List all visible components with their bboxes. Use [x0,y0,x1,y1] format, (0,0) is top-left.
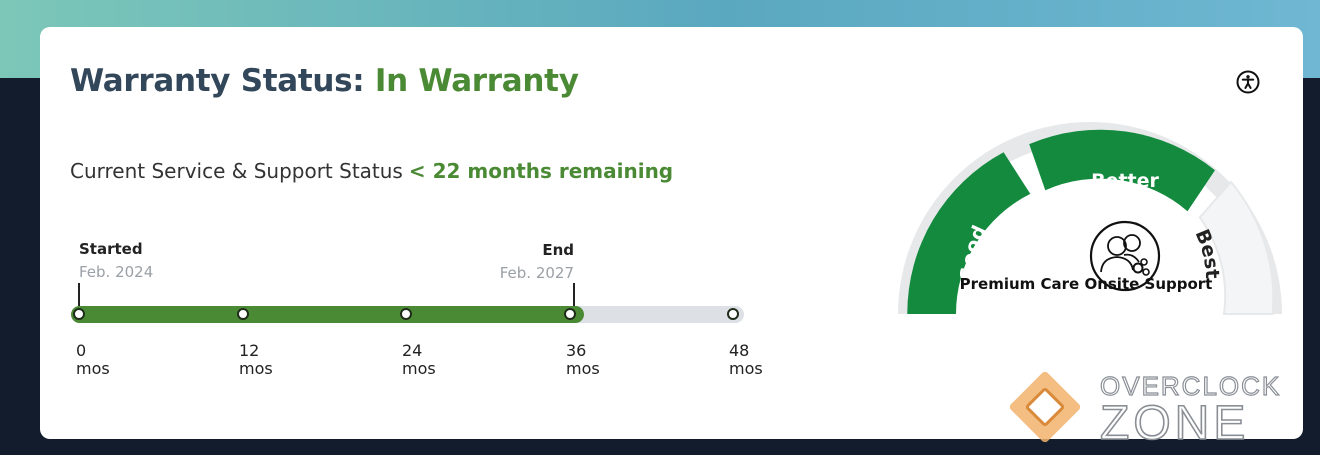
accessibility-icon[interactable] [1236,70,1260,94]
warranty-title-label: Warranty Status: [70,63,365,99]
timeline-end-label: End [542,241,574,259]
timeline-point-36 [564,308,576,320]
tick-value: 0 [76,341,87,360]
tick-unit: mos [239,359,273,378]
watermark-line2: ZONE [1100,397,1249,447]
support-status-label: Current Service & Support Status [70,159,403,183]
tick-unit: mos [402,359,436,378]
months-remaining: < 22 months remaining [408,159,674,183]
timeline-tick-36: 36 mos [566,342,600,378]
timeline-start-label: Started [79,240,143,258]
timeline-point-0 [73,308,85,320]
tick-unit: mos [566,359,600,378]
timeline-start-date: Feb. 2024 [79,263,154,281]
timeline-point-48 [727,308,739,320]
timeline-point-12 [237,308,249,320]
tick-value: 12 [239,341,260,360]
gauge-label-better: Better [1091,170,1159,192]
warranty-title: Warranty Status: In Warranty [70,63,579,99]
timeline-tick-24: 24 mos [402,342,436,378]
timeline-tick-48: 48 mos [729,342,763,378]
timeline-end-marker-line [573,283,575,307]
tick-unit: mos [729,359,763,378]
timeline-start-marker-line [78,283,80,307]
watermark-logo: OVERCLOCK ZONE [1009,370,1280,447]
warranty-status: In Warranty [374,63,579,99]
timeline-tick-12: 12 mos [239,342,273,378]
warranty-progress-fill [71,306,584,323]
watermark-diamond-icon [1009,371,1081,443]
timeline-point-24 [400,308,412,320]
support-status-line: Current Service & Support Status < 22 mon… [70,159,673,183]
tick-unit: mos [76,359,110,378]
tick-value: 24 [402,341,423,360]
timeline-end-date: Feb. 2027 [499,264,574,282]
tick-value: 36 [566,341,587,360]
support-plan-name: Premium Care Onsite Support [959,275,1213,293]
tick-value: 48 [729,341,750,360]
timeline-tick-0: 0 mos [76,342,110,378]
